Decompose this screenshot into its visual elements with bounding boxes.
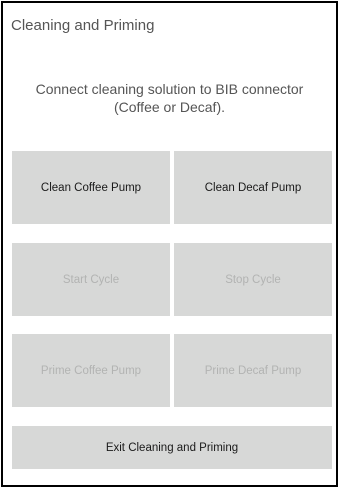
prime-decaf-pump-label: Prime Decaf Pump [204, 364, 302, 377]
instruction-text: Connect cleaning solution to BIB connect… [13, 80, 326, 116]
start-cycle-label: Start Cycle [62, 273, 120, 286]
page-title: Cleaning and Priming [11, 17, 155, 34]
prime-decaf-pump-button[interactable]: Prime Decaf Pump [174, 334, 332, 407]
clean-decaf-pump-button[interactable]: Clean Decaf Pump [174, 151, 332, 224]
app-window: Cleaning and Priming Connect cleaning so… [1, 1, 338, 487]
stop-cycle-label: Stop Cycle [225, 273, 281, 286]
start-cycle-button[interactable]: Start Cycle [12, 243, 170, 316]
stop-cycle-button[interactable]: Stop Cycle [174, 243, 332, 316]
exit-cleaning-and-priming-button[interactable]: Exit Cleaning and Priming [12, 426, 332, 469]
exit-cleaning-and-priming-label: Exit Cleaning and Priming [105, 441, 239, 454]
instruction-line-2: (Coffee or Decaf). [113, 99, 225, 115]
clean-coffee-pump-label: Clean Coffee Pump [40, 181, 142, 194]
prime-coffee-pump-label: Prime Coffee Pump [40, 364, 142, 377]
instruction-line-1: Connect cleaning solution to BIB connect… [35, 81, 304, 97]
clean-coffee-pump-button[interactable]: Clean Coffee Pump [12, 151, 170, 224]
clean-decaf-pump-label: Clean Decaf Pump [204, 181, 302, 194]
prime-coffee-pump-button[interactable]: Prime Coffee Pump [12, 334, 170, 407]
